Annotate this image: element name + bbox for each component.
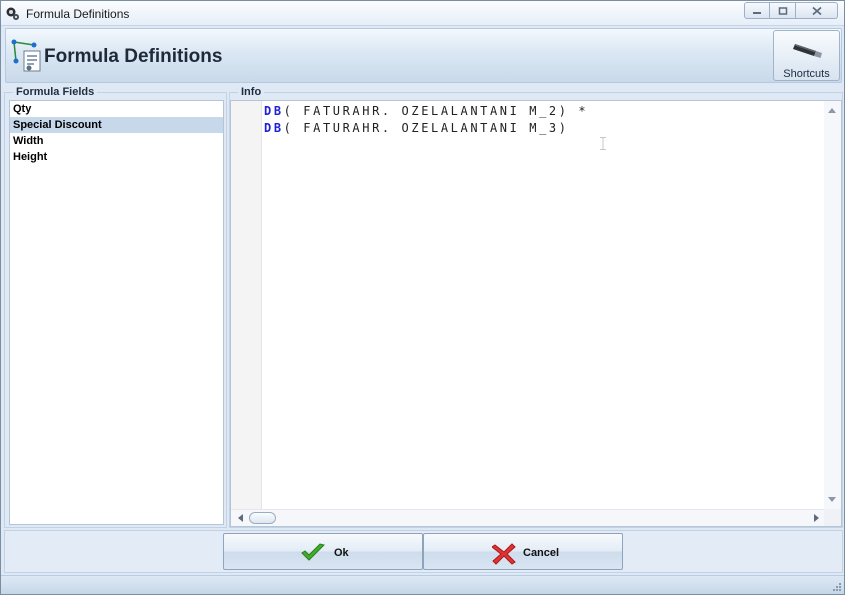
vertical-scrollbar[interactable] (824, 101, 841, 509)
horizontal-scroll-thumb[interactable] (249, 512, 276, 524)
list-item[interactable]: Special Discount (10, 117, 223, 133)
formula-code[interactable]: DB( FATURAHR. OZELALANTANI M_2) * DB( FA… (264, 103, 588, 137)
scroll-up-icon[interactable] (828, 108, 836, 113)
window-title: Formula Definitions (26, 7, 130, 21)
close-icon (811, 6, 822, 15)
code-line: DB( FATURAHR. OZELALANTANI M_3) (264, 120, 588, 137)
cancel-label: Cancel (523, 547, 560, 559)
maximize-icon (778, 6, 787, 15)
formula-fields-list[interactable]: Qty Special Discount Width Height (9, 100, 224, 525)
code-text: ( FATURAHR. OZELALANTANI M_2) * (283, 104, 589, 118)
list-item[interactable]: Height (10, 149, 223, 165)
formula-definitions-window: Formula Definitions Formula Definitions … (0, 0, 845, 595)
formula-editor[interactable]: DB( FATURAHR. OZELALANTANI M_2) * DB( FA… (230, 100, 842, 527)
cancel-x-icon (492, 543, 516, 565)
list-item[interactable]: Width (10, 133, 223, 149)
scroll-left-icon[interactable] (238, 514, 243, 522)
code-keyword: DB (264, 104, 284, 118)
text-cursor-icon (600, 137, 606, 150)
horizontal-scrollbar[interactable] (231, 509, 825, 526)
ok-button[interactable]: Ok (223, 533, 423, 570)
scroll-down-icon[interactable] (828, 497, 836, 502)
page-title: Formula Definitions (44, 46, 223, 67)
shortcuts-button[interactable]: Shortcuts (773, 30, 840, 81)
ok-label: Ok (334, 547, 349, 559)
code-text: ( FATURAHR. OZELALANTANI M_3) (283, 121, 569, 135)
list-item[interactable]: Qty (10, 101, 223, 117)
info-group: Info DB( FATURAHR. OZELALANTANI M_2) * D… (229, 85, 843, 528)
title-bar[interactable]: Formula Definitions (1, 1, 844, 26)
usb-stick-icon (793, 44, 822, 58)
button-bar: Ok Cancel (4, 530, 843, 573)
close-button[interactable] (796, 2, 838, 19)
header-band: Formula Definitions Shortcuts (5, 28, 842, 83)
window-controls (744, 2, 838, 20)
minimize-icon (753, 11, 761, 14)
formula-document-icon (11, 39, 41, 72)
shortcuts-label: Shortcuts (783, 68, 830, 80)
code-keyword: DB (264, 121, 284, 135)
minimize-button[interactable] (744, 2, 770, 19)
maximize-button[interactable] (770, 2, 796, 19)
info-label: Info (238, 85, 265, 99)
line-gutter (231, 101, 262, 509)
app-icon (6, 7, 19, 20)
cancel-button[interactable]: Cancel (423, 533, 623, 570)
scroll-corner (824, 509, 841, 526)
scroll-right-icon[interactable] (814, 514, 819, 522)
code-line: DB( FATURAHR. OZELALANTANI M_2) * (264, 103, 588, 120)
formula-fields-label: Formula Fields (13, 85, 98, 99)
checkmark-icon (301, 543, 325, 561)
formula-fields-group: Formula Fields Qty Special Discount Widt… (4, 85, 227, 528)
status-bar (1, 575, 844, 594)
resize-grip-icon[interactable] (831, 581, 841, 591)
